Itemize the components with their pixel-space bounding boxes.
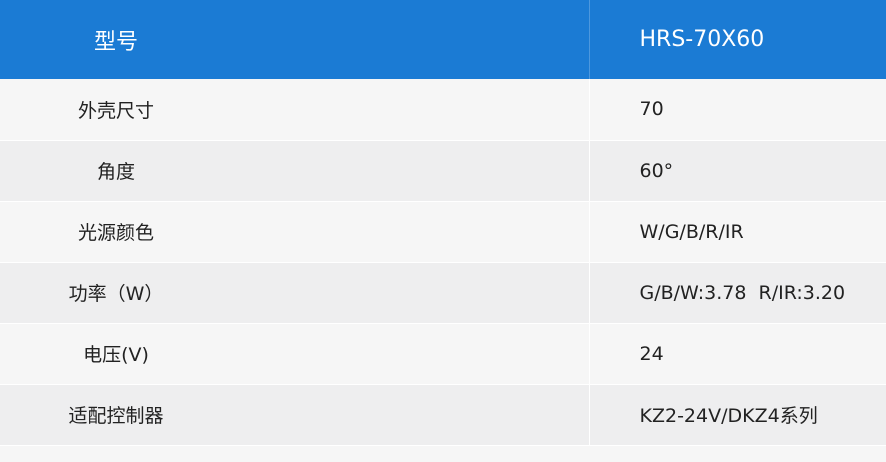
row-label-controller: 适配控制器 (68, 405, 164, 427)
table-row: 角度 60° (0, 140, 886, 202)
row-label-voltage: 电压(V) (83, 344, 149, 366)
row-label-angle: 角度 (96, 161, 135, 183)
row-label-housing-size: 外壳尺寸 (77, 99, 154, 122)
table-row: 外壳尺寸 70 (0, 79, 886, 141)
model-header-value: HRS-70X60 (639, 27, 765, 52)
row-label-light-color: 光源颜色 (77, 222, 154, 244)
row-value-light-color: W/G/B/R/IR (588, 201, 886, 263)
row-value-housing-size: 70 (588, 79, 886, 141)
row-value-angle: 60° (588, 140, 886, 202)
table-row: 功率（W） G/B/W:3.78 R/IR:3.20 (0, 262, 886, 324)
table-row: 电压(V) 24 (0, 323, 886, 385)
table-row: 光源颜色 W/G/B/R/IR (0, 201, 886, 263)
table-header-row: 型号 HRS-70X60 (0, 0, 886, 79)
table-bottom-strip (0, 445, 886, 462)
row-value-controller: KZ2-24V/DKZ4系列 (588, 384, 886, 446)
row-label-power: 功率（W） (68, 283, 164, 305)
table-row: 适配控制器 KZ2-24V/DKZ4系列 (0, 384, 886, 446)
model-header-label: 型号 (0, 0, 590, 79)
row-value-power: G/B/W:3.78 R/IR:3.20 (588, 262, 886, 324)
row-value-voltage: 24 (588, 323, 886, 385)
spec-table: 型号 HRS-70X60 外壳尺寸 70 角度 60° 光源颜色 W/G/B/R… (0, 0, 886, 446)
